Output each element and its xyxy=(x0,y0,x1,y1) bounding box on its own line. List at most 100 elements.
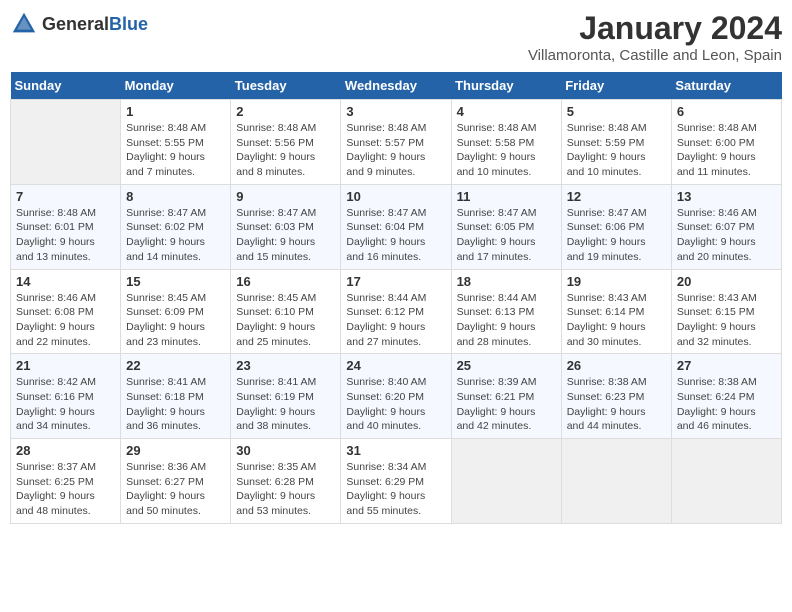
cell-info: Sunrise: 8:40 AMSunset: 6:20 PMDaylight:… xyxy=(346,375,445,434)
day-number: 12 xyxy=(567,189,666,204)
calendar-cell: 25 Sunrise: 8:39 AMSunset: 6:21 PMDayligh… xyxy=(451,354,561,439)
calendar-cell: 23 Sunrise: 8:41 AMSunset: 6:19 PMDayligh… xyxy=(231,354,341,439)
calendar-cell xyxy=(561,439,671,524)
cell-info: Sunrise: 8:48 AMSunset: 5:58 PMDaylight:… xyxy=(457,121,556,180)
day-number: 10 xyxy=(346,189,445,204)
calendar-cell: 14 Sunrise: 8:46 AMSunset: 6:08 PMDayligh… xyxy=(11,269,121,354)
day-number: 11 xyxy=(457,189,556,204)
calendar-cell: 16 Sunrise: 8:45 AMSunset: 6:10 PMDayligh… xyxy=(231,269,341,354)
day-of-week-header: Wednesday xyxy=(341,72,451,100)
calendar-cell: 30 Sunrise: 8:35 AMSunset: 6:28 PMDayligh… xyxy=(231,439,341,524)
calendar-cell: 12 Sunrise: 8:47 AMSunset: 6:06 PMDayligh… xyxy=(561,184,671,269)
cell-info: Sunrise: 8:48 AMSunset: 5:56 PMDaylight:… xyxy=(236,121,335,180)
day-number: 16 xyxy=(236,274,335,289)
calendar-cell: 19 Sunrise: 8:43 AMSunset: 6:14 PMDayligh… xyxy=(561,269,671,354)
day-number: 1 xyxy=(126,104,225,119)
calendar-header: SundayMondayTuesdayWednesdayThursdayFrid… xyxy=(11,72,782,100)
logo-icon xyxy=(10,10,38,38)
cell-info: Sunrise: 8:41 AMSunset: 6:19 PMDaylight:… xyxy=(236,375,335,434)
calendar-week-row: 21 Sunrise: 8:42 AMSunset: 6:16 PMDayligh… xyxy=(11,354,782,439)
calendar-cell: 8Sunrise: 8:47 AMSunset: 6:02 PMDaylight… xyxy=(121,184,231,269)
calendar-cell: 28 Sunrise: 8:37 AMSunset: 6:25 PMDayligh… xyxy=(11,439,121,524)
cell-info: Sunrise: 8:48 AMSunset: 5:57 PMDaylight:… xyxy=(346,121,445,180)
day-number: 17 xyxy=(346,274,445,289)
cell-info: Sunrise: 8:47 AMSunset: 6:06 PMDaylight:… xyxy=(567,206,666,265)
cell-info: Sunrise: 8:41 AMSunset: 6:18 PMDaylight:… xyxy=(126,375,225,434)
calendar-cell: 4 Sunrise: 8:48 AMSunset: 5:58 PMDaylight… xyxy=(451,100,561,185)
day-number: 22 xyxy=(126,358,225,373)
day-number: 29 xyxy=(126,443,225,458)
logo-text: GeneralBlue xyxy=(42,14,148,35)
calendar-cell: 26Sunrise: 8:38 AMSunset: 6:23 PMDayligh… xyxy=(561,354,671,439)
cell-info: Sunrise: 8:43 AMSunset: 6:15 PMDaylight:… xyxy=(677,291,776,350)
day-number: 20 xyxy=(677,274,776,289)
calendar-cell: 7 Sunrise: 8:48 AMSunset: 6:01 PMDaylight… xyxy=(11,184,121,269)
cell-info: Sunrise: 8:42 AMSunset: 6:16 PMDaylight:… xyxy=(16,375,115,434)
cell-info: Sunrise: 8:45 AMSunset: 6:09 PMDaylight:… xyxy=(126,291,225,350)
day-of-week-header: Monday xyxy=(121,72,231,100)
day-number: 7 xyxy=(16,189,115,204)
cell-info: Sunrise: 8:46 AMSunset: 6:08 PMDaylight:… xyxy=(16,291,115,350)
day-number: 5 xyxy=(567,104,666,119)
day-number: 19 xyxy=(567,274,666,289)
calendar-cell: 11 Sunrise: 8:47 AMSunset: 6:05 PMDayligh… xyxy=(451,184,561,269)
cell-info: Sunrise: 8:43 AMSunset: 6:14 PMDaylight:… xyxy=(567,291,666,350)
cell-info: Sunrise: 8:34 AMSunset: 6:29 PMDaylight:… xyxy=(346,460,445,519)
day-number: 6 xyxy=(677,104,776,119)
cell-info: Sunrise: 8:45 AMSunset: 6:10 PMDaylight:… xyxy=(236,291,335,350)
cell-info: Sunrise: 8:39 AMSunset: 6:21 PMDaylight:… xyxy=(457,375,556,434)
day-of-week-header: Tuesday xyxy=(231,72,341,100)
cell-info: Sunrise: 8:37 AMSunset: 6:25 PMDaylight:… xyxy=(16,460,115,519)
calendar-cell xyxy=(11,100,121,185)
calendar-cell: 27Sunrise: 8:38 AMSunset: 6:24 PMDayligh… xyxy=(671,354,781,439)
day-number: 18 xyxy=(457,274,556,289)
day-number: 21 xyxy=(16,358,115,373)
calendar-cell: 17 Sunrise: 8:44 AMSunset: 6:12 PMDayligh… xyxy=(341,269,451,354)
day-number: 4 xyxy=(457,104,556,119)
day-of-week-header: Thursday xyxy=(451,72,561,100)
cell-info: Sunrise: 8:47 AMSunset: 6:05 PMDaylight:… xyxy=(457,206,556,265)
day-number: 28 xyxy=(16,443,115,458)
cell-info: Sunrise: 8:36 AMSunset: 6:27 PMDaylight:… xyxy=(126,460,225,519)
calendar-cell: 29 Sunrise: 8:36 AMSunset: 6:27 PMDayligh… xyxy=(121,439,231,524)
calendar-cell: 13Sunrise: 8:46 AMSunset: 6:07 PMDayligh… xyxy=(671,184,781,269)
calendar-cell: 24 Sunrise: 8:40 AMSunset: 6:20 PMDayligh… xyxy=(341,354,451,439)
cell-info: Sunrise: 8:38 AMSunset: 6:24 PMDaylight:… xyxy=(677,375,776,434)
cell-info: Sunrise: 8:48 AMSunset: 6:01 PMDaylight:… xyxy=(16,206,115,265)
cell-info: Sunrise: 8:44 AMSunset: 6:12 PMDaylight:… xyxy=(346,291,445,350)
day-number: 31 xyxy=(346,443,445,458)
day-number: 23 xyxy=(236,358,335,373)
calendar-cell: 1 Sunrise: 8:48 AMSunset: 5:55 PMDaylight… xyxy=(121,100,231,185)
day-number: 15 xyxy=(126,274,225,289)
day-number: 26 xyxy=(567,358,666,373)
calendar-week-row: 28 Sunrise: 8:37 AMSunset: 6:25 PMDayligh… xyxy=(11,439,782,524)
calendar-week-row: 14 Sunrise: 8:46 AMSunset: 6:08 PMDayligh… xyxy=(11,269,782,354)
cell-info: Sunrise: 8:47 AMSunset: 6:03 PMDaylight:… xyxy=(236,206,335,265)
day-of-week-header: Sunday xyxy=(11,72,121,100)
cell-info: Sunrise: 8:35 AMSunset: 6:28 PMDaylight:… xyxy=(236,460,335,519)
calendar-table: SundayMondayTuesdayWednesdayThursdayFrid… xyxy=(10,72,782,524)
calendar-cell: 22 Sunrise: 8:41 AMSunset: 6:18 PMDayligh… xyxy=(121,354,231,439)
calendar-body: 1 Sunrise: 8:48 AMSunset: 5:55 PMDaylight… xyxy=(11,100,782,524)
calendar-cell: 5 Sunrise: 8:48 AMSunset: 5:59 PMDaylight… xyxy=(561,100,671,185)
calendar-week-row: 7 Sunrise: 8:48 AMSunset: 6:01 PMDaylight… xyxy=(11,184,782,269)
day-number: 2 xyxy=(236,104,335,119)
cell-info: Sunrise: 8:44 AMSunset: 6:13 PMDaylight:… xyxy=(457,291,556,350)
calendar-cell: 3Sunrise: 8:48 AMSunset: 5:57 PMDaylight… xyxy=(341,100,451,185)
day-number: 25 xyxy=(457,358,556,373)
day-number: 24 xyxy=(346,358,445,373)
calendar-cell: 31 Sunrise: 8:34 AMSunset: 6:29 PMDayligh… xyxy=(341,439,451,524)
day-number: 30 xyxy=(236,443,335,458)
calendar-cell: 21 Sunrise: 8:42 AMSunset: 6:16 PMDayligh… xyxy=(11,354,121,439)
day-number: 9 xyxy=(236,189,335,204)
cell-info: Sunrise: 8:48 AMSunset: 5:59 PMDaylight:… xyxy=(567,121,666,180)
header: GeneralBlue January 2024 Villamoronta, C… xyxy=(10,10,782,64)
days-of-week-row: SundayMondayTuesdayWednesdayThursdayFrid… xyxy=(11,72,782,100)
subtitle: Villamoronta, Castille and Leon, Spain xyxy=(528,47,782,64)
day-of-week-header: Friday xyxy=(561,72,671,100)
cell-info: Sunrise: 8:48 AMSunset: 5:55 PMDaylight:… xyxy=(126,121,225,180)
calendar-cell xyxy=(671,439,781,524)
day-number: 14 xyxy=(16,274,115,289)
title-section: January 2024 Villamoronta, Castille and … xyxy=(528,10,782,64)
cell-info: Sunrise: 8:46 AMSunset: 6:07 PMDaylight:… xyxy=(677,206,776,265)
